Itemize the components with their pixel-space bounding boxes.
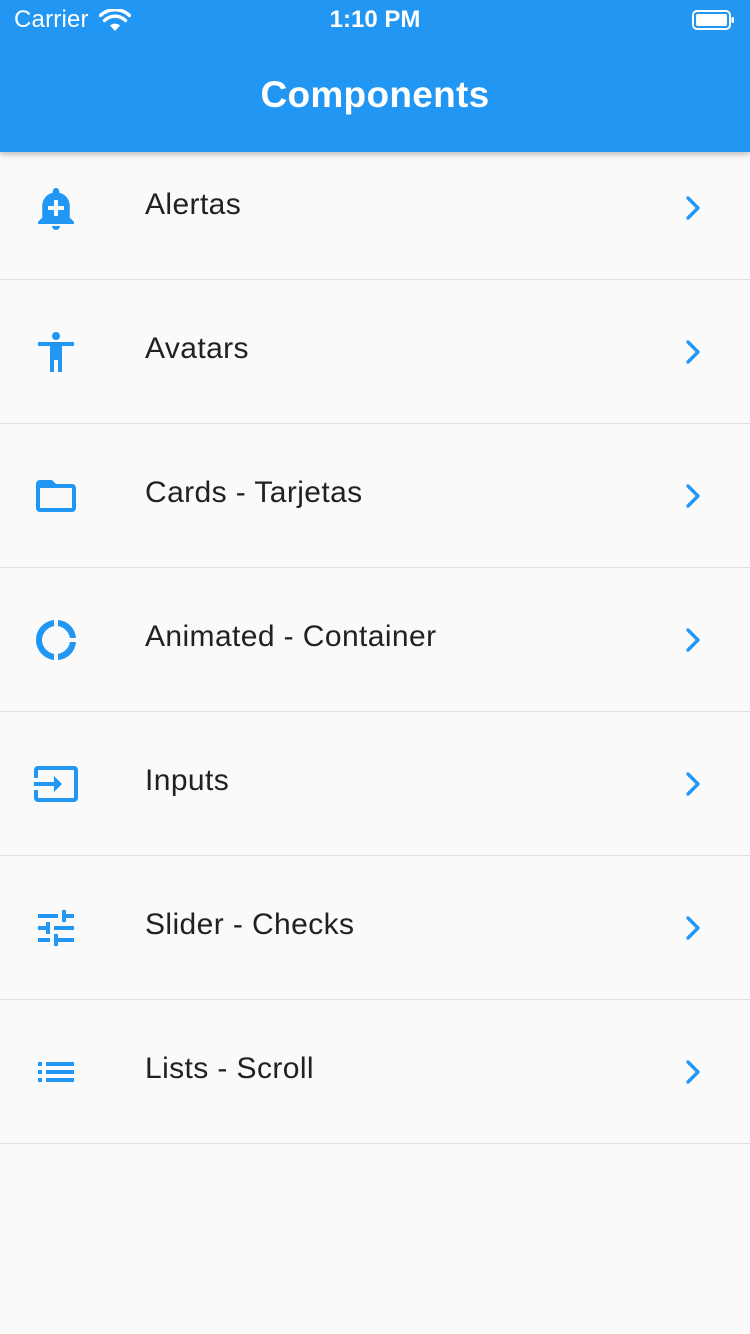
list-item-label: Slider - Checks: [145, 908, 355, 941]
list-item-slider-checks[interactable]: Slider - Checks: [0, 856, 750, 1000]
chevron-right-icon: [682, 482, 706, 510]
list-item-label: Alertas: [145, 188, 242, 221]
folder-open-icon: [32, 472, 80, 520]
list-item-label: Inputs: [145, 764, 230, 797]
list-item-inputs[interactable]: Inputs: [0, 712, 750, 856]
list-item-animated-container[interactable]: Animated - Container: [0, 568, 750, 712]
app-bar: Carrier 1:10 PM Components: [0, 0, 750, 152]
component-list: Alertas Avatars Cards - Tarjetas Animate…: [0, 136, 750, 1144]
accessibility-icon: [32, 328, 80, 376]
list-item-label: Cards - Tarjetas: [145, 476, 363, 509]
list-item-lists-scroll[interactable]: Lists - Scroll: [0, 1000, 750, 1144]
donut-large-icon: [32, 616, 80, 664]
chevron-right-icon: [682, 770, 706, 798]
list-item-label: Lists - Scroll: [145, 1052, 314, 1085]
chevron-right-icon: [682, 1058, 706, 1086]
add-alert-icon: [32, 184, 80, 232]
list-item-cards[interactable]: Cards - Tarjetas: [0, 424, 750, 568]
list-item-alertas[interactable]: Alertas: [0, 136, 750, 280]
clock: 1:10 PM: [329, 6, 421, 33]
list-icon: [32, 1048, 80, 1096]
chevron-right-icon: [682, 914, 706, 942]
page-title: Components: [260, 74, 490, 115]
chevron-right-icon: [682, 626, 706, 654]
chevron-right-icon: [682, 338, 706, 366]
list-item-label: Avatars: [145, 332, 249, 365]
list-item-label: Animated - Container: [145, 620, 437, 653]
chevron-right-icon: [682, 194, 706, 222]
list-item-avatars[interactable]: Avatars: [0, 280, 750, 424]
tune-icon: [32, 904, 80, 952]
status-bar: Carrier 1:10 PM: [0, 0, 750, 40]
input-icon: [32, 760, 80, 808]
battery-icon: [692, 10, 734, 30]
